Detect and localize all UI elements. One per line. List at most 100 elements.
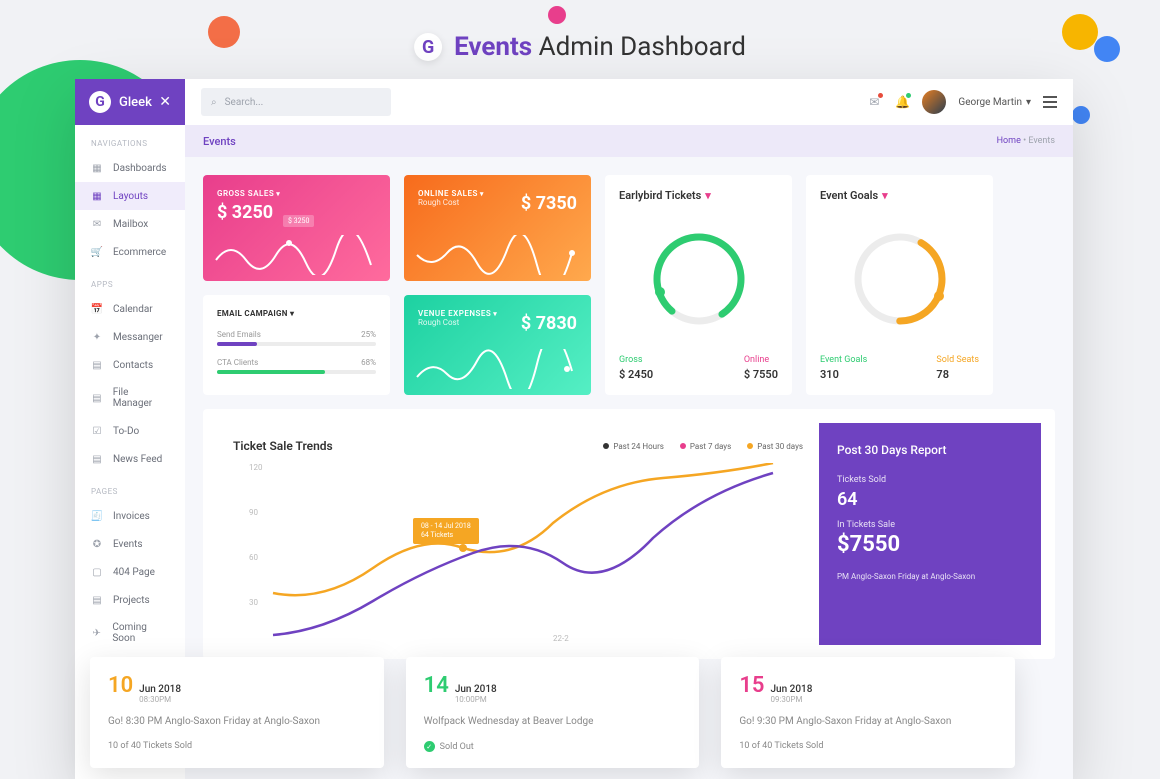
event-day: 15: [739, 673, 764, 698]
page-heading: G Events Admin Dashboard: [414, 32, 746, 62]
legend-item[interactable]: Past 24 Hours: [603, 442, 664, 451]
sidebar-item-dashboards[interactable]: ▦ Dashboards: [75, 154, 185, 182]
mail-icon[interactable]: ✉: [866, 94, 882, 110]
main-area: ⌕ Search... ✉ 🔔 George Martin▾ Events Ho…: [185, 79, 1073, 779]
sidebar-item-mailbox[interactable]: ✉Mailbox: [75, 210, 185, 238]
app-window: G Gleek ✕ NAVIGATIONS ▦ Dashboards ▦ Layouts…: [75, 79, 1073, 779]
earlybird-title: Earlybird Tickets: [619, 189, 701, 202]
nav-icon: ☑: [91, 425, 103, 437]
sidebar-item-to-do[interactable]: ☑ To-Do: [75, 417, 185, 445]
content: GROSS SALES▾ $ 3250 $ 3250 EMAIL CAMPAIG…: [185, 157, 1073, 677]
online-sales-tile[interactable]: ONLINE SALES▾ Rough Cost $ 7350: [404, 175, 591, 281]
donut-chart-icon: [644, 224, 754, 334]
sidebar-item-events[interactable]: ✪Events: [75, 530, 185, 558]
chevron-down-icon[interactable]: ▾: [705, 189, 711, 202]
gross-sales-tile[interactable]: GROSS SALES▾ $ 3250 $ 3250: [203, 175, 390, 281]
nav-icon: ▤: [91, 594, 103, 606]
bell-icon[interactable]: 🔔: [894, 94, 910, 110]
y-tick: 90: [249, 508, 258, 517]
breadcrumb-home[interactable]: Home: [997, 136, 1021, 146]
event-time: 09:30PM: [770, 695, 812, 704]
nav-label: To-Do: [113, 426, 139, 437]
event-status: 10 of 40 Tickets Sold: [108, 741, 366, 751]
nav-header: APPS: [75, 266, 185, 295]
topbar: ⌕ Search... ✉ 🔔 George Martin▾: [185, 79, 1073, 125]
sidebar-item-projects[interactable]: ▤Projects: [75, 586, 185, 614]
donut-chart-icon: [845, 224, 955, 334]
legend-item[interactable]: Past 7 days: [680, 442, 731, 451]
event-card[interactable]: 14Jun 201810:00PMWolfpack Wednesday at B…: [406, 657, 700, 768]
brand-bar: G Gleek ✕: [75, 79, 185, 125]
report-note: PM Anglo-Saxon Friday at Anglo-Saxon: [837, 571, 1023, 582]
sidebar-item-layouts[interactable]: ▦ Layouts: [75, 182, 185, 210]
heading-icon: G: [414, 33, 442, 61]
tools-icon[interactable]: ✕: [159, 94, 171, 110]
event-month: Jun 2018: [139, 684, 181, 695]
line-chart-icon: [263, 463, 803, 643]
event-card[interactable]: 10Jun 201808:30PMGo! 8:30 PM Anglo-Saxon…: [90, 657, 384, 768]
event-status: 10 of 40 Tickets Sold: [739, 741, 997, 751]
sidebar-item-file-manager[interactable]: ▤File Manager: [75, 379, 185, 417]
nav-icon: ▤: [91, 359, 103, 371]
avatar[interactable]: [922, 90, 946, 114]
y-tick: 120: [249, 463, 263, 472]
sidebar-item-calendar[interactable]: 📅Calendar: [75, 295, 185, 323]
report-panel: Post 30 Days Report Tickets Sold 64 In T…: [819, 423, 1041, 645]
nav-label: Invoices: [113, 511, 150, 522]
sparkline-icon: [412, 235, 582, 275]
sparkline-icon: [211, 235, 381, 275]
stat: Sold Seats78: [936, 355, 979, 381]
nav-label: Messanger: [113, 332, 163, 343]
event-card[interactable]: 15Jun 201809:30PMGo! 9:30 PM Anglo-Saxon…: [721, 657, 1015, 768]
nav-header: PAGES: [75, 473, 185, 502]
sidebar-item-404-page[interactable]: ▢404 Page: [75, 558, 185, 586]
venue-expenses-tile[interactable]: VENUE EXPENSES▾ Rough Cost $ 7830: [404, 295, 591, 395]
venue-amount: $ 7830: [521, 313, 577, 334]
heading-rest: Admin Dashboard: [532, 32, 746, 62]
y-tick: 30: [249, 598, 258, 607]
sidebar-item-coming-soon[interactable]: ✈Coming Soon: [75, 614, 185, 652]
menu-icon[interactable]: [1043, 96, 1057, 108]
report-k1: Tickets Sold: [837, 475, 1023, 485]
goals-title: Event Goals: [820, 189, 878, 202]
legend-item[interactable]: Past 30 days: [747, 442, 803, 451]
nav-icon: 📅: [91, 303, 103, 315]
campaign-row: Send Emails25%: [217, 330, 376, 339]
nav-label: Dashboards: [113, 163, 167, 174]
report-v1: 64: [837, 489, 1023, 510]
search-input[interactable]: ⌕ Search...: [201, 88, 391, 116]
chevron-down-icon[interactable]: ▾: [290, 309, 294, 318]
event-desc: Go! 9:30 PM Anglo-Saxon Friday at Anglo-…: [739, 714, 997, 729]
sidebar-item-ecommerce[interactable]: 🛒Ecommerce: [75, 238, 185, 266]
event-day: 10: [108, 673, 133, 698]
sidebar-item-contacts[interactable]: ▤Contacts: [75, 351, 185, 379]
nav-label: 404 Page: [113, 567, 155, 578]
progress-bar: [217, 370, 376, 374]
campaign-row: CTA Clients68%: [217, 358, 376, 367]
breadcrumb-current: Events: [1028, 136, 1055, 146]
user-menu[interactable]: George Martin▾: [958, 97, 1031, 108]
email-campaign-card: EMAIL CAMPAIGN ▾ Send Emails25%CTA Clien…: [203, 295, 390, 395]
nav-label: Layouts: [113, 191, 148, 202]
chevron-down-icon: ▾: [480, 190, 484, 198]
sidebar-item-news-feed[interactable]: ▤News Feed: [75, 445, 185, 473]
report-k2: In Tickets Sale: [837, 520, 1023, 530]
check-icon: ✓: [424, 741, 435, 752]
x-tick: 22-2: [553, 634, 569, 643]
search-placeholder: Search...: [225, 97, 264, 108]
breadcrumb: Home • Events: [997, 136, 1055, 146]
stat: Event Goals310: [820, 355, 867, 381]
venue-sub: Rough Cost: [418, 318, 497, 327]
event-status: ✓Sold Out: [424, 741, 682, 752]
event-desc: Wolfpack Wednesday at Beaver Lodge: [424, 714, 682, 729]
chevron-down-icon[interactable]: ▾: [882, 189, 888, 202]
sidebar-item-invoices[interactable]: 🧾Invoices: [75, 502, 185, 530]
brand-name: Gleek: [119, 95, 152, 110]
nav-icon: 🛒: [91, 246, 103, 258]
sidebar-item-messanger[interactable]: ✦Messanger: [75, 323, 185, 351]
nav-icon: ▦: [91, 190, 103, 202]
nav-icon: ▦: [91, 162, 103, 174]
sparkline-icon: [412, 349, 582, 389]
event-time: 08:30PM: [139, 695, 181, 704]
nav-header: NAVIGATIONS: [75, 125, 185, 154]
